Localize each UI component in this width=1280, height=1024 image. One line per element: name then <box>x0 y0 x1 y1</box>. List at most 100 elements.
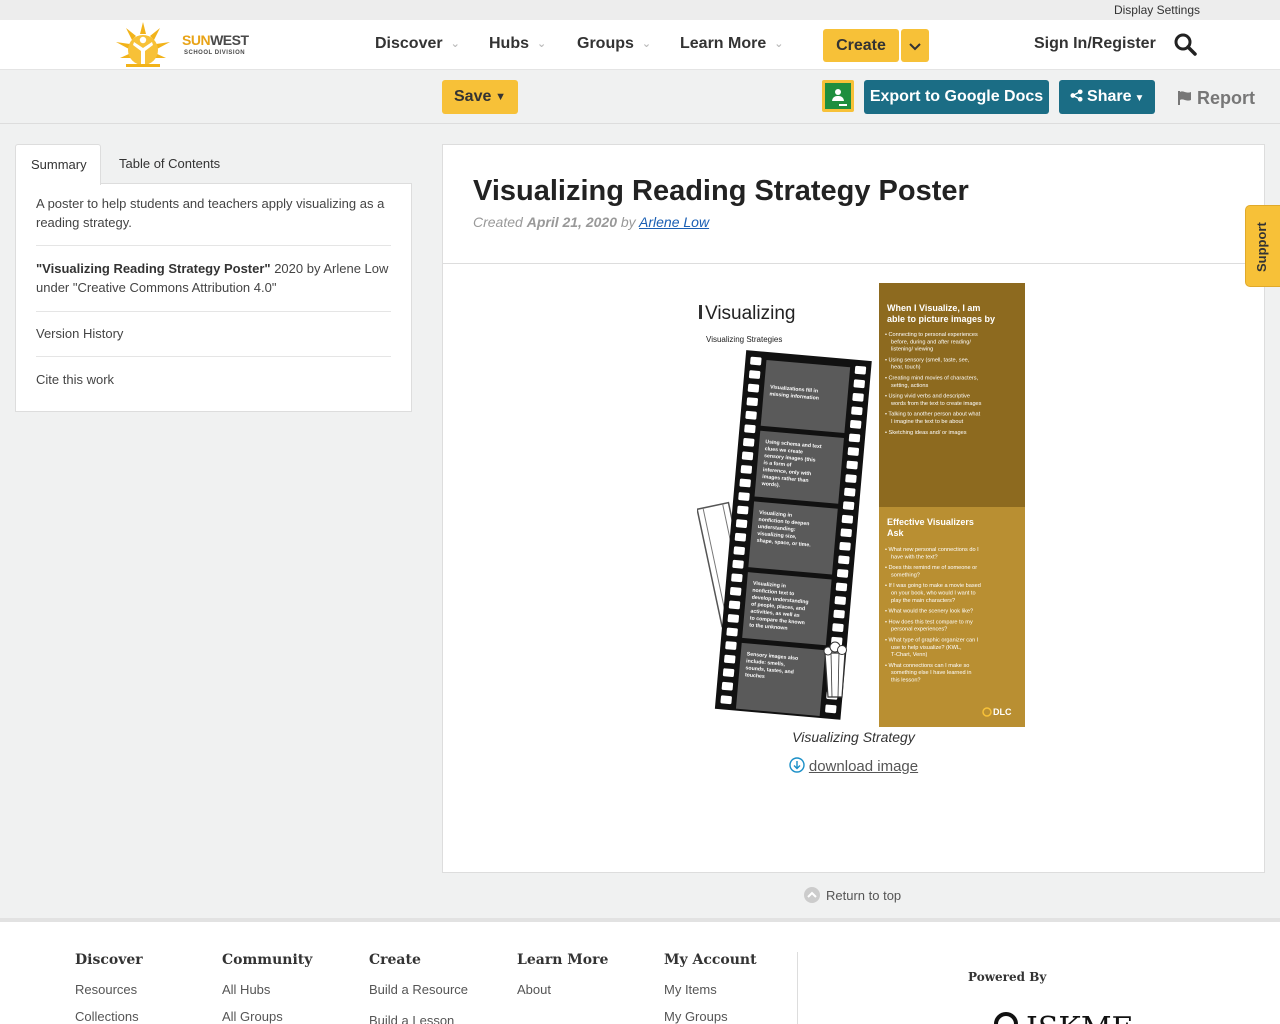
film-sprocket <box>746 397 758 407</box>
tab-table-of-contents[interactable]: Table of Contents <box>104 144 235 184</box>
version-history-link[interactable]: Version History <box>36 324 391 357</box>
footer-heading: My Account <box>664 952 757 968</box>
nav-discover[interactable]: Discover ⌄ <box>375 35 460 53</box>
attribution-text: "Visualizing Reading Strategy Poster" 20… <box>36 259 391 312</box>
film-sprocket <box>847 447 860 456</box>
chevron-down-icon: ⌄ <box>641 38 652 51</box>
footer-link-about[interactable]: About <box>517 982 608 997</box>
film-sprocket <box>844 487 856 497</box>
caret-down-icon: ▼ <box>1134 93 1145 104</box>
film-sprocket <box>728 600 741 610</box>
film-sprocket <box>851 406 863 416</box>
film-sprocket <box>729 587 742 596</box>
poster-panel1-heading: When I Visualize, I am able to picture i… <box>887 303 995 324</box>
site-footer: Discover Resources Collections Community… <box>0 918 1280 1024</box>
save-button[interactable]: Save ▼ <box>442 80 518 114</box>
footer-link-my-items[interactable]: My Items <box>664 982 757 997</box>
film-sprocket <box>842 501 855 511</box>
footer-heading: Discover <box>75 952 143 968</box>
film-sprocket <box>737 505 749 515</box>
arrow-up-circle-icon <box>804 887 820 903</box>
divider <box>443 263 1264 264</box>
footer-link-collections[interactable]: Collections <box>75 1009 143 1024</box>
film-sprocket <box>854 365 867 375</box>
chevron-down-icon: ⌄ <box>774 38 784 51</box>
footer-col-my-account: My Account My Items My Groups <box>664 952 757 1024</box>
film-sprocket <box>726 627 738 637</box>
film-sprocket <box>721 681 734 691</box>
footer-link-all-groups[interactable]: All Groups <box>222 1009 312 1024</box>
film-sprocket <box>725 641 737 650</box>
film-sprocket <box>853 379 865 389</box>
summary-text: A poster to help students and teachers a… <box>36 194 391 246</box>
site-header: SUNWEST SCHOOL DIVISION Discover ⌄ Hubs ⌄ … <box>0 20 1280 70</box>
poster-image[interactable]: When I Visualize, I am able to picture i… <box>696 283 1025 727</box>
footer-link-resources[interactable]: Resources <box>75 982 143 997</box>
nav-groups[interactable]: Groups ⌄ <box>577 35 651 53</box>
film-sprocket <box>841 514 854 524</box>
film-sprocket <box>750 356 762 366</box>
footer-link-build-lesson[interactable]: Build a Lesson <box>369 1013 468 1024</box>
display-settings-link[interactable]: Display Settings <box>1114 3 1200 17</box>
google-classroom-icon[interactable] <box>822 80 854 112</box>
film-sprocket <box>727 614 740 623</box>
sign-in-register-link[interactable]: Sign In/Register <box>1034 35 1156 53</box>
site-logo[interactable]: SUNWEST SCHOOL DIVISION <box>112 20 262 68</box>
film-sprocket <box>748 370 761 379</box>
sun-logo-icon <box>116 22 170 67</box>
tab-summary[interactable]: Summary <box>15 144 101 185</box>
create-button[interactable]: Create <box>823 29 899 62</box>
footer-col-learn-more: Learn More About <box>517 952 608 1009</box>
film-sprocket <box>848 433 861 443</box>
poster-title: Visualizing <box>705 303 795 324</box>
powered-by-label: Powered By <box>968 970 1047 984</box>
film-sprocket <box>732 559 744 569</box>
footer-col-community: Community All Hubs All Groups <box>222 952 312 1024</box>
footer-link-all-hubs[interactable]: All Hubs <box>222 982 312 997</box>
footer-link-build-resource[interactable]: Build a Resource <box>369 982 468 997</box>
export-google-docs-button[interactable]: Export to Google Docs <box>864 80 1049 114</box>
svg-text:ISKME: ISKME <box>1026 1011 1133 1024</box>
film-sprocket <box>838 555 850 565</box>
return-to-top-link[interactable]: Return to top <box>804 887 901 903</box>
image-caption: Visualizing Strategy <box>792 729 915 745</box>
film-sprocket <box>741 451 754 461</box>
create-dropdown-toggle[interactable] <box>901 29 929 62</box>
cite-work-link[interactable]: Cite this work <box>36 370 391 389</box>
poster-subtitle: Visualizing Strategies <box>706 335 782 344</box>
poster-list-item: • Sketching ideas and/ or images <box>885 430 967 436</box>
share-button[interactable]: Share ▼ <box>1059 80 1155 114</box>
footer-divider <box>797 952 798 1024</box>
summary-panel: A poster to help students and teachers a… <box>15 183 412 412</box>
film-sprocket <box>740 465 753 474</box>
resource-card: Visualizing Reading Strategy Poster Crea… <box>442 144 1265 873</box>
poster-list-item: • What would the scenery look like? <box>885 609 973 615</box>
popcorn-icon <box>823 641 847 698</box>
resource-toolbar: Save ▼ Export to Google Docs Share ▼ Repo… <box>0 71 1280 124</box>
chevron-down-icon: ⌄ <box>450 38 460 51</box>
poster-badge: DLC <box>993 707 1012 717</box>
film-sprocket <box>734 532 747 542</box>
created-date: April 21, 2020 <box>526 214 617 230</box>
nav-learn-more[interactable]: Learn More ⌄ <box>680 35 783 53</box>
poster-panel-bottom <box>879 507 1025 727</box>
film-sprocket <box>846 460 858 470</box>
film-sprocket <box>840 528 852 538</box>
report-button[interactable]: Report <box>1177 88 1255 109</box>
film-sprocket <box>835 582 848 592</box>
download-image-link[interactable]: download image <box>443 757 1264 775</box>
chevron-down-icon <box>909 42 921 50</box>
nav-hubs[interactable]: Hubs ⌄ <box>489 35 546 53</box>
footer-link-my-groups[interactable]: My Groups <box>664 1009 757 1024</box>
page-title: Visualizing Reading Strategy Poster <box>473 175 969 207</box>
iskme-logo[interactable]: ISKME <box>992 1008 1152 1024</box>
film-strip: Visualizations fill inmissing informatio… <box>714 350 872 720</box>
search-icon[interactable] <box>1173 32 1197 56</box>
flag-icon <box>1178 91 1191 105</box>
poster-list-item: • Using vivid verbs and descriptive words… <box>885 394 982 407</box>
download-icon <box>789 757 805 773</box>
author-link[interactable]: Arlene Low <box>639 214 709 230</box>
support-tab[interactable]: Support <box>1245 205 1280 287</box>
caret-down-icon: ▼ <box>495 91 506 103</box>
film-sprocket <box>747 383 760 393</box>
